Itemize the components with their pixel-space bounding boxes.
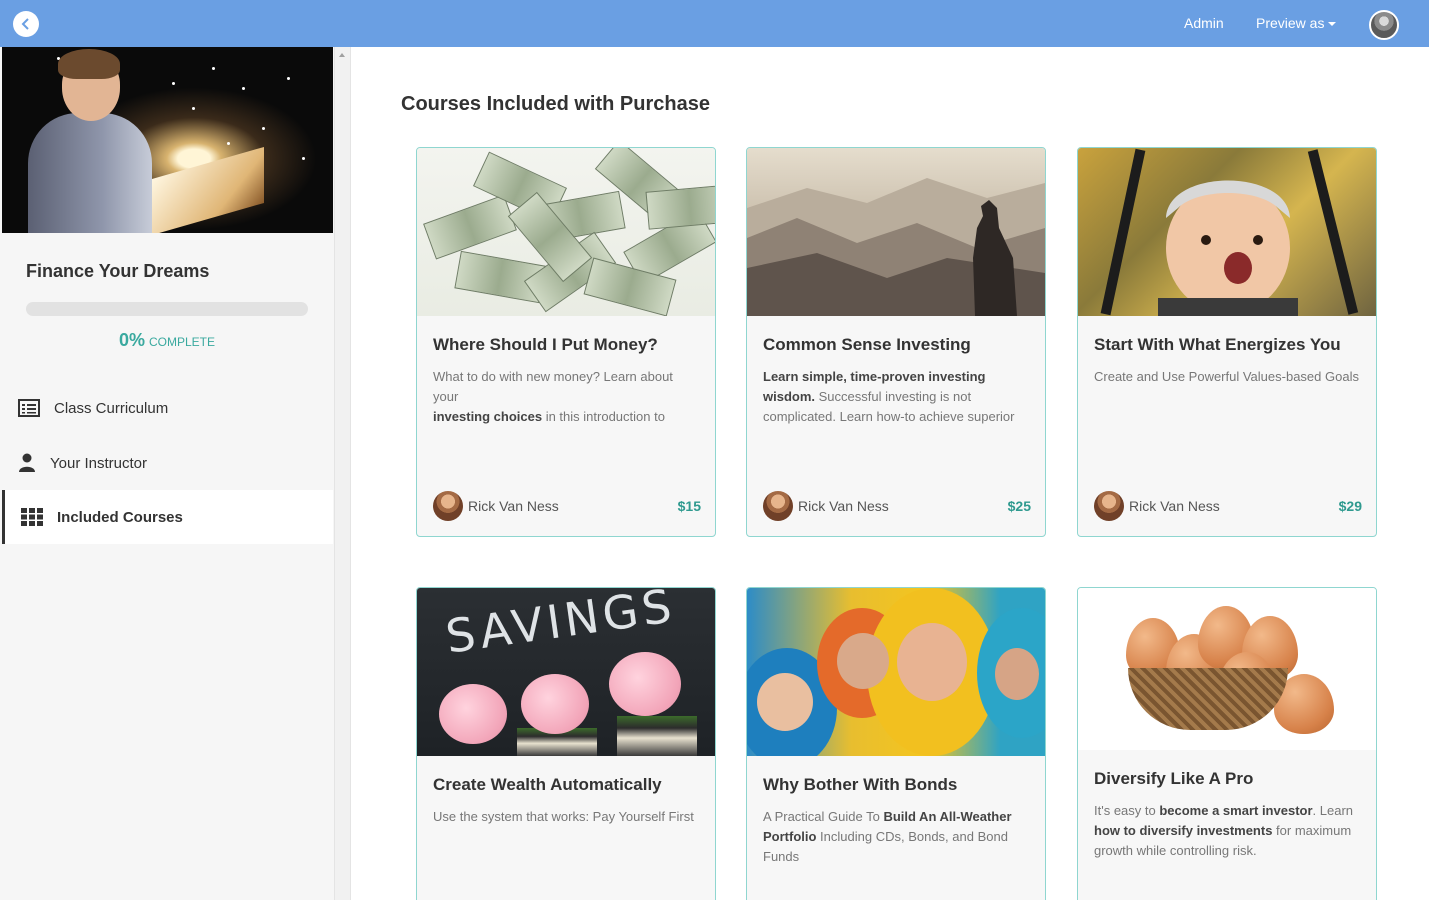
course-author: Rick Van Ness bbox=[1094, 491, 1220, 521]
preview-as-label: Preview as bbox=[1256, 15, 1325, 31]
caret-down-icon bbox=[1328, 22, 1337, 27]
sidebar-item-label: Included Courses bbox=[57, 508, 183, 526]
course-price: $29 bbox=[1338, 498, 1362, 514]
chevron-left-icon bbox=[21, 18, 29, 30]
course-title: Common Sense Investing bbox=[763, 335, 971, 354]
course-price: $25 bbox=[1007, 498, 1031, 514]
user-icon bbox=[16, 452, 38, 474]
preview-as-dropdown[interactable]: Preview as bbox=[1256, 15, 1337, 31]
top-bar: Admin Preview as bbox=[0, 0, 1429, 47]
course-title: Why Bother With Bonds bbox=[763, 775, 958, 794]
course-card-diversify-like-a-pro[interactable]: Diversify Like A Pro It's easy to become… bbox=[1077, 587, 1377, 900]
user-avatar[interactable] bbox=[1369, 10, 1399, 40]
course-card-start-with-what-energizes-you[interactable]: Start With What Energizes You Create and… bbox=[1077, 147, 1377, 537]
progress-word: COMPLETE bbox=[149, 335, 216, 349]
course-image-savings: SAVINGS bbox=[417, 588, 715, 756]
author-avatar bbox=[763, 491, 793, 521]
course-description: Learn simple, time-proven investing wisd… bbox=[763, 369, 1015, 424]
course-price: $15 bbox=[677, 498, 701, 514]
course-description: Create and Use Powerful Values-based Goa… bbox=[1094, 369, 1359, 384]
sidebar-scrollbar[interactable] bbox=[334, 47, 351, 900]
course-author: Rick Van Ness bbox=[433, 491, 559, 521]
scroll-up-icon[interactable] bbox=[339, 53, 345, 57]
course-author: Rick Van Ness bbox=[763, 491, 889, 521]
course-title: Create Wealth Automatically bbox=[433, 775, 662, 794]
course-description: What to do with new money? Learn about y… bbox=[433, 369, 673, 424]
sidebar-item-class-curriculum[interactable]: Class Curriculum bbox=[2, 381, 333, 435]
course-title: Start With What Energizes You bbox=[1094, 335, 1341, 354]
list-icon bbox=[18, 397, 40, 419]
course-title: Diversify Like A Pro bbox=[1094, 769, 1254, 788]
progress-label: 0% COMPLETE bbox=[0, 330, 334, 351]
course-description: Use the system that works: Pay Yourself … bbox=[433, 809, 694, 824]
course-image-baby bbox=[1078, 148, 1376, 316]
admin-link[interactable]: Admin bbox=[1184, 15, 1224, 31]
course-description: A Practical Guide To Build An All-Weathe… bbox=[763, 809, 1012, 864]
sidebar-item-label: Class Curriculum bbox=[54, 399, 169, 417]
course-card-common-sense-investing[interactable]: Common Sense Investing Learn simple, tim… bbox=[746, 147, 1046, 537]
sidebar-item-label: Your Instructor bbox=[50, 454, 147, 472]
course-image-hikers bbox=[747, 588, 1045, 756]
course-image-eggs bbox=[1078, 588, 1376, 750]
grid-icon bbox=[21, 506, 43, 528]
page-title: Courses Included with Purchase bbox=[401, 93, 710, 115]
sidebar: Finance Your Dreams 0% COMPLETE Class Cur… bbox=[0, 47, 334, 900]
course-image-mountains bbox=[747, 148, 1045, 316]
author-avatar bbox=[1094, 491, 1124, 521]
course-card-create-wealth-automatically[interactable]: SAVINGS Create Wealth Automatically Use … bbox=[416, 587, 716, 900]
back-button[interactable] bbox=[13, 11, 39, 37]
course-title: Where Should I Put Money? bbox=[433, 335, 658, 354]
progress-percent: 0% bbox=[118, 330, 145, 350]
sidebar-item-included-courses[interactable]: Included Courses bbox=[2, 490, 333, 544]
course-image-money bbox=[417, 148, 715, 316]
progress-bar bbox=[26, 302, 308, 316]
course-description: It's easy to become a smart investor. Le… bbox=[1094, 803, 1354, 858]
course-card-why-bother-with-bonds[interactable]: Why Bother With Bonds A Practical Guide … bbox=[746, 587, 1046, 900]
author-avatar bbox=[433, 491, 463, 521]
course-card-where-should-i-put-money[interactable]: Where Should I Put Money? What to do wit… bbox=[416, 147, 716, 537]
sidebar-item-your-instructor[interactable]: Your Instructor bbox=[2, 436, 333, 490]
course-title: Finance Your Dreams bbox=[26, 261, 210, 281]
course-hero-image bbox=[2, 47, 333, 233]
